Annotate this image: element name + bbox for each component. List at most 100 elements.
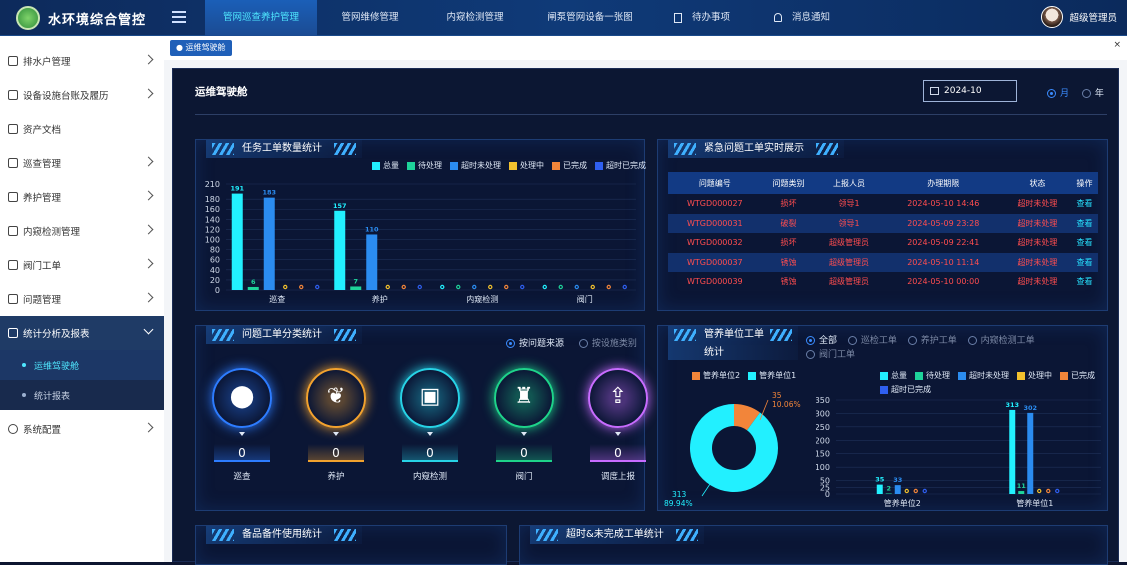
column-header: 问题编号 [668, 172, 762, 194]
sidebar-item-drainage[interactable]: 排水户管理 [0, 44, 164, 78]
y-tick-label: 100 [205, 236, 220, 245]
sidebar-item-label: 设备设施台账及履历 [23, 91, 109, 102]
view-link[interactable]: 查看 [1071, 252, 1098, 272]
chevron-right-icon [143, 422, 154, 433]
bar [334, 210, 346, 290]
tag-bar: ● 运维驾驶舱 × [164, 36, 1127, 60]
sidebar-subitem-label: 统计报表 [34, 391, 71, 402]
month-picker[interactable]: 2024-10 [923, 80, 1017, 102]
slice-percent-label: 89.94% [664, 499, 693, 508]
nav-tab-todo[interactable]: 待办事项 [670, 0, 740, 36]
sidebar-subitem-reports[interactable]: 统计报表 [0, 380, 164, 410]
caret-down-icon [333, 432, 339, 436]
radio-icon [847, 336, 857, 345]
calendar-icon [930, 87, 939, 95]
period-radio-group: 月 年 [1047, 86, 1104, 99]
tag-dot-icon: ● [176, 43, 186, 52]
zero-marker [606, 284, 611, 290]
sidebar-item-patrol[interactable]: 巡查管理 [0, 146, 164, 180]
month-picker-value: 2024-10 [944, 86, 982, 96]
unit-filter-maintenance[interactable]: 养护工单 [907, 336, 957, 346]
panel-title: 任务工单数量统计 [206, 140, 362, 158]
zero-marker [401, 284, 406, 290]
task-bar-chart: 020406080100 120140160180 210 191 6 183 巡查 157 7… [205, 180, 636, 304]
unit-filter-inspection[interactable]: 内窥检测工单 [967, 336, 1035, 346]
y-tick-label: 60 [210, 256, 220, 265]
bar [231, 193, 243, 290]
sidebar-item-problems[interactable]: 问题管理 [0, 282, 164, 316]
user-menu[interactable]: 超级管理员 [1041, 4, 1117, 30]
close-icon[interactable]: × [1113, 40, 1121, 50]
category-label: 阀门 [515, 472, 533, 482]
problem-category-panel: 问题工单分类统计 按问题来源 按设施类别 ⬤ 0 巡查 ❦ 0 养护 ▣ 0 内窥检测 ♜ 0 阀门 ⇪… [195, 325, 648, 511]
y-tick-label: 80 [210, 246, 220, 255]
period-option-month[interactable]: 月 [1047, 89, 1069, 99]
nav-tab-messages[interactable]: 消息通知 [770, 0, 840, 36]
unit-order-panel: 管养单位工单统计 全部 巡检工单 养护工单 内窥检测工单 阀门工单 管养单位2 … [657, 325, 1108, 511]
nav-tab-patrol[interactable]: 管网巡查养护管理 [205, 0, 317, 36]
avatar[interactable] [1041, 6, 1064, 28]
bar [366, 234, 378, 290]
radio-checked-icon [1047, 89, 1056, 98]
sidebar-item-assets[interactable]: 设备设施台账及履历 [0, 78, 164, 112]
panel-title: 超时&未完成工单统计 [530, 526, 704, 544]
table-cell: 损坏 [780, 238, 797, 248]
table-row: WTGD000039 锈蚀 超级管理员 2024-05-10 00:00 超时未处理 查看 [668, 272, 1098, 292]
period-label: 月 [1060, 89, 1070, 99]
filter-by-source[interactable]: 按问题来源 [506, 339, 564, 349]
x-tick-label: 内窥检测 [466, 294, 498, 304]
view-link[interactable]: 查看 [1071, 213, 1098, 233]
view-link[interactable]: 查看 [1071, 194, 1098, 214]
sidebar-item-valve[interactable]: 阀门工单 [0, 248, 164, 282]
y-tick-label: 180 [205, 195, 220, 204]
sidebar-item-maintenance[interactable]: 养护管理 [0, 180, 164, 214]
view-link[interactable]: 查看 [1071, 272, 1098, 292]
legend-item: 总量 [880, 370, 907, 381]
legend-item: 总量 [372, 160, 399, 171]
sidebar-subitem-cockpit[interactable]: 运维驾驶舱 [0, 350, 164, 380]
unit-filter-valve[interactable]: 阀门工单 [806, 350, 855, 360]
sidebar-item-label: 资产文档 [23, 125, 62, 136]
view-link[interactable]: 查看 [1071, 233, 1098, 253]
main-content: ● 运维驾驶舱 × 运维驾驶舱 2024-10 月 年 任务工单数量统计 总量 … [164, 36, 1127, 565]
category-icon: ❦ [306, 368, 366, 428]
table-cell: WTGD000031 [668, 213, 762, 233]
table-cell: 领导1 [815, 213, 883, 233]
sidebar-item-label: 养护管理 [23, 193, 62, 204]
data-label: 157 [333, 202, 347, 210]
top-bar: 水环境综合管控 管网巡查养护管理 管网维修管理 内窥检测管理 闸泵管网设备一张图… [0, 0, 1127, 36]
zero-marker [472, 284, 477, 290]
column-header: 上报人员 [815, 172, 883, 194]
zero-marker [456, 284, 461, 290]
column-header: 问题类别 [761, 172, 816, 194]
y-tick-label: 210 [205, 180, 220, 189]
data-label: 302 [1023, 404, 1037, 412]
sidebar-item-statistics[interactable]: 统计分析及报表 [0, 316, 164, 350]
sidebar-item-inspection[interactable]: 内窥检测管理 [0, 214, 164, 248]
category-label: 巡查 [233, 472, 251, 482]
page-tag-cockpit[interactable]: ● 运维驾驶舱 [170, 40, 232, 56]
nav-tab-inspection[interactable]: 内窥检测管理 [425, 0, 525, 36]
task-legend: 总量 待处理 超时未处理 处理中 已完成 超时已完成 [372, 160, 646, 171]
label-leader [701, 483, 711, 497]
radio-icon [578, 339, 588, 348]
unit-filter-all[interactable]: 全部 [806, 336, 837, 346]
period-option-year[interactable]: 年 [1081, 89, 1104, 99]
unit-filter-patrol[interactable]: 巡检工单 [847, 336, 897, 346]
filter-by-facility[interactable]: 按设施类别 [578, 339, 637, 349]
sidebar-item-label: 统计分析及报表 [23, 329, 90, 340]
column-header: 办理期限 [882, 172, 1004, 194]
zero-marker [488, 284, 493, 290]
category-glyph: ⇪ [608, 384, 628, 409]
y-tick-label: 150 [816, 450, 830, 459]
nav-tab-map[interactable]: 闸泵管网设备一张图 [530, 0, 650, 36]
chat-icon [8, 192, 18, 202]
zero-marker [440, 284, 445, 290]
sidebar-item-docs[interactable]: 资产文档 [0, 112, 164, 146]
menu-toggle-icon[interactable] [172, 11, 186, 23]
caret-down-icon [427, 432, 433, 436]
sidebar-item-settings[interactable]: 系统配置 [0, 412, 164, 446]
ledger-icon [8, 90, 18, 100]
nav-tab-repair[interactable]: 管网维修管理 [320, 0, 420, 36]
overtime-orders-panel: 超时&未完成工单统计 [519, 525, 1108, 565]
